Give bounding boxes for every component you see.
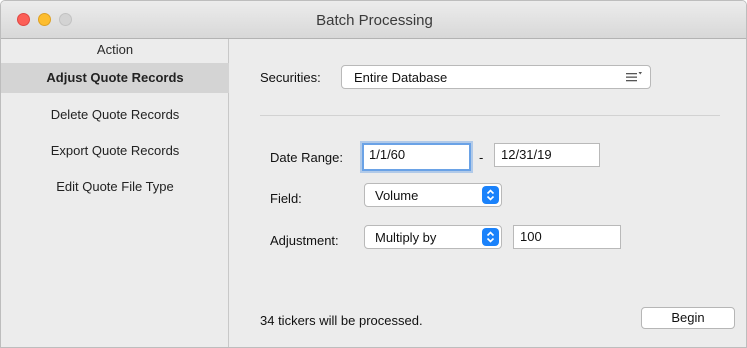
sidebar-header: Action [96,42,134,57]
date-from-input[interactable]: 1/1/60 [362,143,471,171]
sidebar-item-export-quote-records[interactable]: Export Quote Records [1,136,229,166]
field-value: Volume [375,188,419,203]
window-title: Batch Processing [316,12,433,29]
sidebar-item-edit-quote-file-type[interactable]: Edit Quote File Type [1,172,229,202]
field-select-stepper[interactable] [482,186,499,204]
list-menu-icon [626,72,642,82]
date-range-separator: - [479,150,484,165]
date-to-input[interactable]: 12/31/19 [494,143,600,167]
field-label: Field: [270,191,302,206]
up-down-chevron-icon [486,231,495,243]
adjustment-select[interactable]: Multiply by [364,225,502,249]
batch-processing-window: Batch Processing Action Adjust Quote Rec… [0,0,747,348]
date-range-label: Date Range: [270,150,343,165]
action-sidebar: Action Adjust Quote Records Delete Quote… [1,39,229,347]
securities-select[interactable]: Entire Database [341,65,651,89]
adjustment-label: Adjustment: [270,233,339,248]
adjustment-select-stepper[interactable] [482,228,499,246]
adjust-quote-records-panel: Securities: Entire Database Date Range: … [230,39,746,347]
field-select[interactable]: Volume [364,183,502,207]
adjustment-amount-input[interactable]: 100 [513,225,621,249]
sidebar-item-delete-quote-records[interactable]: Delete Quote Records [1,100,229,130]
securities-value: Entire Database [354,70,448,85]
section-divider [260,115,720,116]
status-text: 34 tickers will be processed. [260,313,423,328]
securities-label: Securities: [260,70,321,85]
adjustment-value: Multiply by [375,230,437,245]
up-down-chevron-icon [486,189,495,201]
title-bar: Batch Processing [1,1,746,39]
sidebar-item-adjust-quote-records[interactable]: Adjust Quote Records [1,63,229,93]
begin-button[interactable]: Begin [641,307,735,329]
